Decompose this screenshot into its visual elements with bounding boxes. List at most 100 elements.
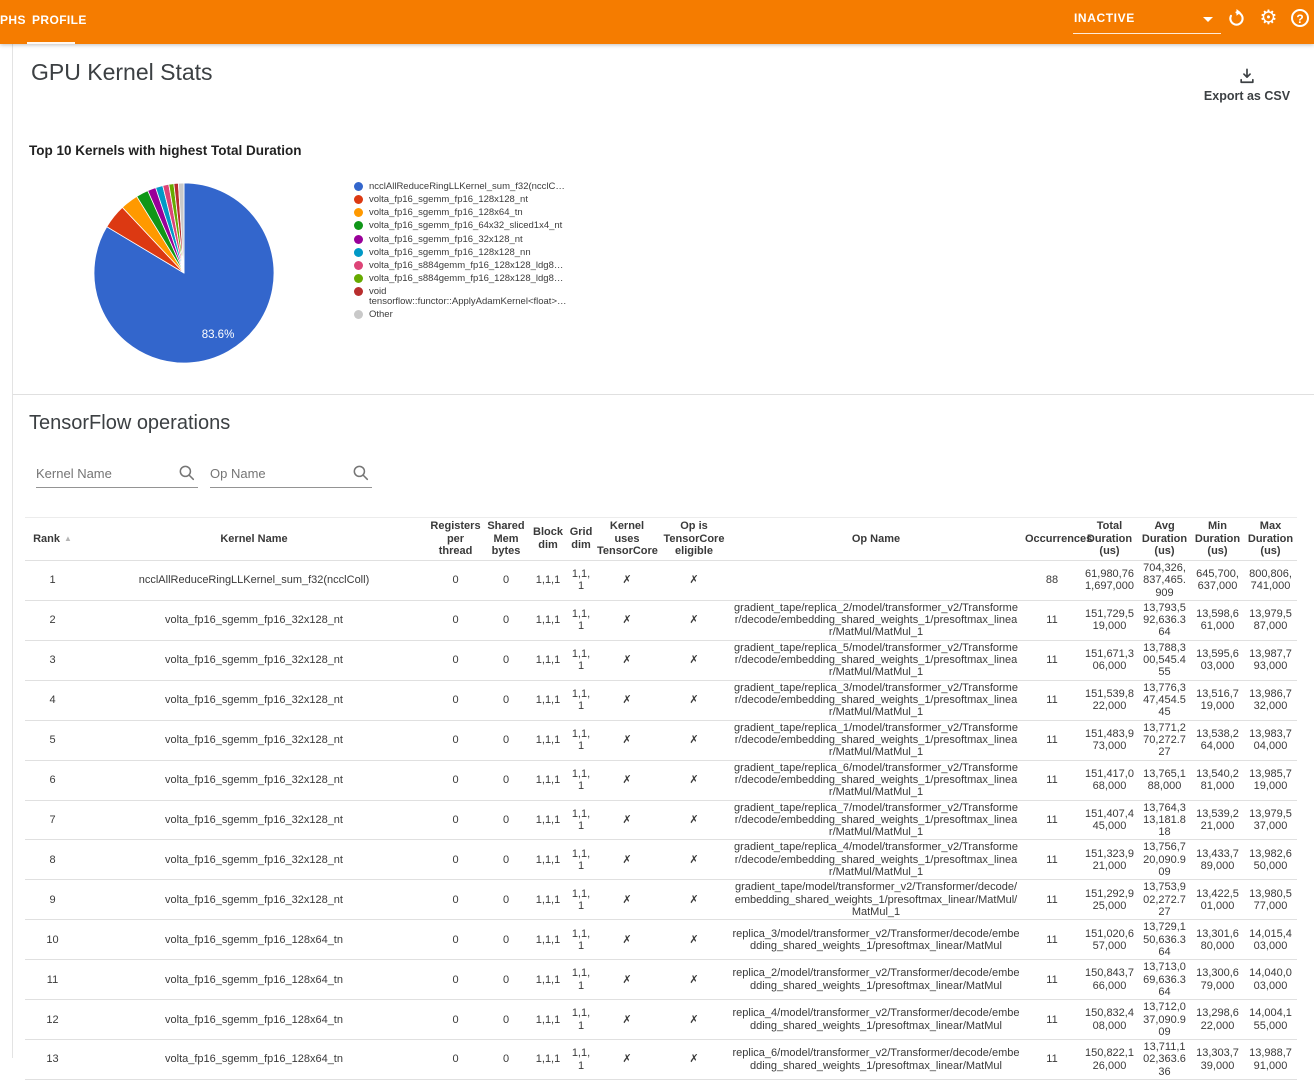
- column-header-shared_mem[interactable]: Shared Mem bytes: [483, 518, 529, 561]
- legend-item[interactable]: volta_fp16_sgemm_fp16_128x64_tn: [354, 208, 674, 218]
- column-header-op_name[interactable]: Op Name: [729, 518, 1023, 561]
- cell-uses_tensorcore: ✗: [595, 880, 659, 920]
- cell-uses_tensorcore: ✗: [595, 720, 659, 760]
- legend-label: volta_fp16_sgemm_fp16_128x64_tn: [369, 208, 523, 218]
- export-csv-button[interactable]: Export as CSV: [1192, 66, 1302, 103]
- ops-table-body: 1ncclAllReduceRingLLKernel_sum_f32(ncclC…: [25, 560, 1297, 1079]
- tab-graphs-partial[interactable]: PHS: [0, 13, 26, 27]
- cell-avg: 13,713,069,636.364: [1138, 960, 1191, 1000]
- ops-table-header-row: Rank▲Kernel NameRegisters per threadShar…: [25, 518, 1297, 561]
- cell-shared_mem: 0: [483, 600, 529, 640]
- cell-shared_mem: 0: [483, 1000, 529, 1040]
- cell-avg: 13,753,902,272.727: [1138, 880, 1191, 920]
- cell-tc_eligible: ✗: [659, 1000, 729, 1040]
- legend-item[interactable]: volta_fp16_sgemm_fp16_128x128_nt: [354, 195, 674, 205]
- legend-item[interactable]: volta_fp16_sgemm_fp16_64x32_sliced1x4_nt: [354, 221, 674, 231]
- sort-asc-icon: ▲: [64, 534, 72, 543]
- op-name-filter-input[interactable]: [210, 462, 350, 484]
- run-selector-underline: [1073, 33, 1221, 34]
- cell-occurrences: 11: [1023, 800, 1081, 840]
- legend-item[interactable]: ncclAllReduceRingLLKernel_sum_f32(ncclC…: [354, 182, 674, 192]
- op-name-filter: [210, 460, 372, 488]
- cell-block_dim: 1,1,1: [529, 720, 567, 760]
- cell-op_name: gradient_tape/replica_3/model/transforme…: [729, 680, 1023, 720]
- legend-label: Other: [369, 310, 393, 320]
- table-row: 9volta_fp16_sgemm_fp16_32x128_nt001,1,11…: [25, 880, 1297, 920]
- column-header-max[interactable]: Max Duration (us): [1244, 518, 1297, 561]
- cell-min: 645,700,637,000: [1191, 560, 1244, 600]
- column-header-total[interactable]: Total Duration (us): [1081, 518, 1138, 561]
- cell-grid_dim: 1,1,1: [567, 960, 595, 1000]
- cell-avg: 13,771,270,272.727: [1138, 720, 1191, 760]
- table-row: 12volta_fp16_sgemm_fp16_128x64_tn001,1,1…: [25, 1000, 1297, 1040]
- cell-rank: 2: [25, 600, 80, 640]
- cell-max: 13,980,577,000: [1244, 880, 1297, 920]
- cell-max: 13,983,704,000: [1244, 720, 1297, 760]
- legend-label: volta_fp16_s884gemm_fp16_128x128_ldg8…: [369, 261, 563, 271]
- legend-item[interactable]: volta_fp16_s884gemm_fp16_128x128_ldg8…: [354, 274, 674, 284]
- cell-total: 151,292,925,000: [1081, 880, 1138, 920]
- refresh-icon[interactable]: [1226, 8, 1247, 29]
- legend-item[interactable]: void tensorflow::functor::ApplyAdamKerne…: [354, 287, 674, 307]
- cell-registers: 0: [428, 920, 483, 960]
- cell-grid_dim: 1,1,1: [567, 920, 595, 960]
- legend-color-swatch: [354, 182, 363, 191]
- pie-legend: ncclAllReduceRingLLKernel_sum_f32(ncclC……: [354, 182, 674, 324]
- cell-kernel: volta_fp16_sgemm_fp16_32x128_nt: [80, 720, 428, 760]
- column-header-grid_dim[interactable]: Grid dim: [567, 518, 595, 561]
- cell-shared_mem: 0: [483, 720, 529, 760]
- cell-total: 151,417,068,000: [1081, 760, 1138, 800]
- column-header-occurrences[interactable]: Occurrences: [1023, 518, 1081, 561]
- column-header-avg[interactable]: Avg Duration (us): [1138, 518, 1191, 561]
- legend-item[interactable]: volta_fp16_sgemm_fp16_128x128_nn: [354, 248, 674, 258]
- legend-item[interactable]: volta_fp16_s884gemm_fp16_128x128_ldg8…: [354, 261, 674, 271]
- cell-uses_tensorcore: ✗: [595, 920, 659, 960]
- table-row: 7volta_fp16_sgemm_fp16_32x128_nt001,1,11…: [25, 800, 1297, 840]
- legend-color-swatch: [354, 195, 363, 204]
- cell-block_dim: 1,1,1: [529, 640, 567, 680]
- cell-uses_tensorcore: ✗: [595, 760, 659, 800]
- cell-min: 13,303,739,000: [1191, 1040, 1244, 1080]
- column-header-tc_eligible[interactable]: Op is TensorCore eligible: [659, 518, 729, 561]
- cell-min: 13,516,719,000: [1191, 680, 1244, 720]
- help-icon[interactable]: ?: [1291, 8, 1312, 29]
- cell-registers: 0: [428, 560, 483, 600]
- gear-icon[interactable]: ⚙: [1258, 8, 1279, 29]
- column-header-uses_tensorcore[interactable]: Kernel uses TensorCore: [595, 518, 659, 561]
- legend-item[interactable]: Other: [354, 310, 674, 320]
- legend-label: volta_fp16_sgemm_fp16_64x32_sliced1x4_nt: [369, 221, 562, 231]
- cell-total: 151,483,973,000: [1081, 720, 1138, 760]
- table-row: 2volta_fp16_sgemm_fp16_32x128_nt001,1,11…: [25, 600, 1297, 640]
- cell-rank: 4: [25, 680, 80, 720]
- cell-min: 13,300,679,000: [1191, 960, 1244, 1000]
- table-row: 10volta_fp16_sgemm_fp16_128x64_tn001,1,1…: [25, 920, 1297, 960]
- cell-uses_tensorcore: ✗: [595, 960, 659, 1000]
- column-header-min[interactable]: Min Duration (us): [1191, 518, 1244, 561]
- cell-rank: 6: [25, 760, 80, 800]
- cell-kernel: volta_fp16_sgemm_fp16_128x64_tn: [80, 920, 428, 960]
- legend-item[interactable]: volta_fp16_sgemm_fp16_32x128_nt: [354, 235, 674, 245]
- cell-max: 14,040,003,000: [1244, 960, 1297, 1000]
- cell-total: 61,980,761,697,000: [1081, 560, 1138, 600]
- cell-tc_eligible: ✗: [659, 720, 729, 760]
- cell-grid_dim: 1,1,1: [567, 680, 595, 720]
- table-row: 4volta_fp16_sgemm_fp16_32x128_nt001,1,11…: [25, 680, 1297, 720]
- column-header-block_dim[interactable]: Block dim: [529, 518, 567, 561]
- legend-color-swatch: [354, 221, 363, 230]
- kernel-name-filter-input[interactable]: [36, 462, 176, 484]
- cell-block_dim: 1,1,1: [529, 760, 567, 800]
- cell-tc_eligible: ✗: [659, 760, 729, 800]
- run-selector-dropdown[interactable]: INACTIVE: [1073, 8, 1221, 32]
- cell-max: 13,982,650,000: [1244, 840, 1297, 880]
- cell-max: 13,979,587,000: [1244, 600, 1297, 640]
- cell-avg: 13,756,720,090.909: [1138, 840, 1191, 880]
- tab-profile[interactable]: PROFILE: [32, 13, 87, 27]
- cell-grid_dim: 1,1,1: [567, 1040, 595, 1080]
- cell-block_dim: 1,1,1: [529, 960, 567, 1000]
- column-header-rank[interactable]: Rank▲: [25, 518, 80, 561]
- cell-min: 13,433,789,000: [1191, 840, 1244, 880]
- cell-total: 151,323,921,000: [1081, 840, 1138, 880]
- column-header-kernel[interactable]: Kernel Name: [80, 518, 428, 561]
- column-header-registers[interactable]: Registers per thread: [428, 518, 483, 561]
- cell-op_name: replica_4/model/transformer_v2/Transform…: [729, 1000, 1023, 1040]
